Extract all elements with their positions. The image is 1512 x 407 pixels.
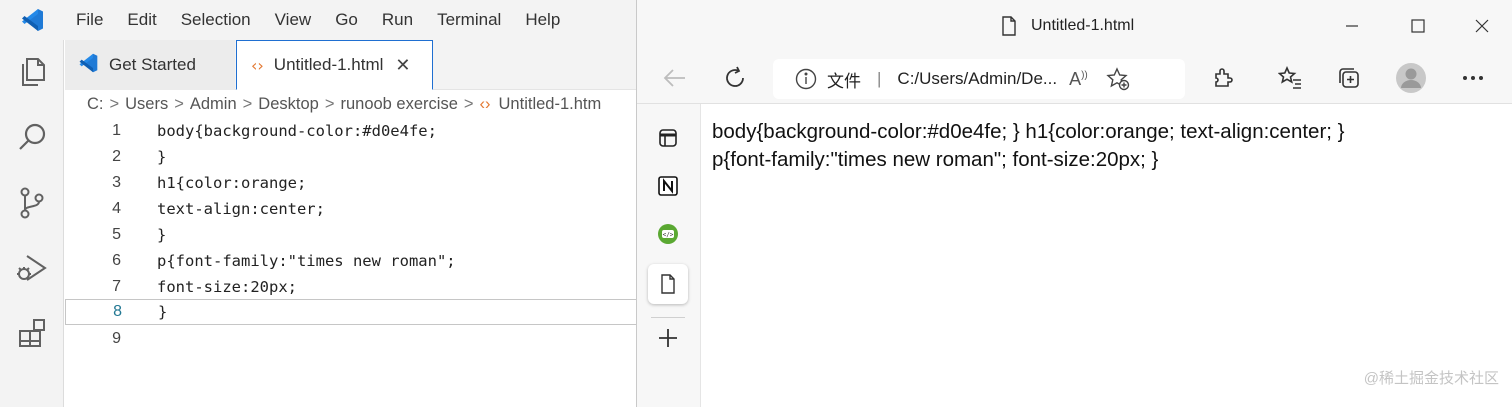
menu-view[interactable]: View (263, 0, 324, 40)
chevron-right-icon: > (174, 94, 184, 113)
vscode-logo-icon (0, 0, 64, 40)
add-icon[interactable] (648, 318, 688, 358)
tab-label: Untitled-1.html (273, 55, 384, 74)
favorites-icon[interactable] (1272, 60, 1308, 96)
tab-label: Get Started (109, 55, 196, 74)
code-text: } (157, 148, 167, 166)
line-number: 6 (112, 252, 121, 269)
code-line[interactable]: 1 body{background-color:#d0e4fe; (65, 118, 640, 144)
breadcrumb-item[interactable]: runoob exercise (340, 95, 457, 114)
code-text: p{font-family:"times new roman"; (157, 252, 456, 270)
breadcrumb-item[interactable]: Untitled-1.htm (499, 95, 602, 114)
menu-terminal[interactable]: Terminal (425, 0, 513, 40)
read-aloud-icon[interactable]: A)) (1069, 69, 1088, 90)
html-file-icon: ‹› (479, 94, 491, 113)
rendered-text-line: body{background-color:#d0e4fe; } h1{colo… (712, 120, 1345, 143)
browser-sidebar: </> (637, 104, 701, 407)
explorer-icon[interactable] (12, 52, 52, 92)
menu-help[interactable]: Help (513, 0, 572, 40)
editor-tab-bar: Get Started ‹› Untitled-1.html ✕ (65, 40, 640, 90)
code-editor[interactable]: 1 body{background-color:#d0e4fe; 2 } 3 h… (65, 118, 640, 407)
code-extension-icon[interactable]: </> (648, 214, 688, 254)
address-info-label: 文件 (827, 71, 861, 91)
watermark: @稀土掘金技术社区 (1363, 370, 1499, 387)
rendered-text-line: p{font-family:"times new roman"; font-si… (712, 148, 1159, 171)
source-control-icon[interactable] (12, 183, 52, 223)
more-options-icon[interactable] (1455, 60, 1491, 96)
chevron-right-icon: > (463, 94, 474, 113)
menu-selection[interactable]: Selection (169, 0, 263, 40)
tab-actions-icon[interactable] (648, 118, 688, 158)
code-line-active[interactable]: 8 } (65, 299, 640, 325)
file-icon[interactable] (648, 264, 688, 304)
code-line[interactable]: 6 p{font-family:"times new roman"; (65, 248, 640, 274)
menu-file[interactable]: File (64, 0, 115, 40)
browser-window: Untitled-1.html 文件 | C:/Users/Admin/De..… (636, 0, 1512, 407)
add-favorite-icon[interactable] (1106, 67, 1130, 91)
browser-title-bar: Untitled-1.html (637, 0, 1512, 52)
svg-text:</>: </> (663, 232, 674, 239)
refresh-icon[interactable] (717, 60, 753, 96)
extensions-icon[interactable] (1205, 60, 1241, 96)
code-line[interactable]: 2 } (65, 144, 640, 170)
maximize-button[interactable] (1393, 0, 1443, 52)
code-line[interactable]: 3 h1{color:orange; (65, 170, 640, 196)
code-line[interactable]: 7 font-size:20px; (65, 274, 640, 300)
code-text: } (157, 226, 167, 244)
breadcrumb: C: > Users > Admin > Desktop > runoob ex… (65, 90, 640, 118)
activity-bar (0, 40, 64, 407)
line-number: 8 (113, 303, 122, 320)
extensions-icon[interactable] (12, 313, 52, 353)
line-number: 3 (112, 174, 121, 191)
chevron-right-icon: > (242, 94, 253, 113)
address-url[interactable]: C:/Users/Admin/De... (897, 69, 1057, 89)
line-number: 4 (112, 200, 121, 217)
breadcrumb-item[interactable]: Users (125, 95, 168, 114)
run-debug-icon[interactable] (12, 248, 52, 288)
info-icon[interactable] (795, 68, 817, 90)
menu-run[interactable]: Run (370, 0, 425, 40)
address-separator: | (877, 69, 882, 88)
browser-toolbar: 文件 | C:/Users/Admin/De... A)) (637, 52, 1512, 104)
search-icon[interactable] (12, 118, 52, 158)
breadcrumb-item[interactable]: Desktop (258, 95, 319, 114)
chevron-right-icon: > (109, 94, 120, 113)
menu-go[interactable]: Go (323, 0, 370, 40)
code-text: text-align:center; (157, 200, 325, 218)
code-line[interactable]: 5 } (65, 222, 640, 248)
window-title: Untitled-1.html (1001, 0, 1134, 52)
close-window-button[interactable] (1457, 0, 1507, 52)
file-icon (1001, 16, 1017, 36)
breadcrumb-item[interactable]: C: (87, 95, 104, 114)
breadcrumb-item[interactable]: Admin (190, 95, 237, 114)
address-bar[interactable]: 文件 | C:/Users/Admin/De... A)) (773, 59, 1185, 99)
code-text: h1{color:orange; (157, 174, 307, 192)
line-number: 7 (112, 278, 121, 295)
chevron-right-icon: > (324, 94, 335, 113)
notion-icon[interactable] (648, 166, 688, 206)
code-line[interactable]: 9 (65, 326, 640, 352)
line-number: 5 (112, 226, 121, 243)
code-text: body{background-color:#d0e4fe; (157, 122, 437, 140)
code-text: } (158, 303, 168, 321)
collections-icon[interactable] (1331, 60, 1367, 96)
html-file-icon: ‹› (251, 55, 264, 75)
avatar[interactable] (1393, 60, 1429, 96)
menu-bar: File Edit Selection View Go Run Terminal… (0, 0, 640, 40)
minimize-button[interactable] (1327, 0, 1377, 52)
close-icon[interactable]: ✕ (395, 55, 410, 76)
code-line[interactable]: 4 text-align:center; (65, 196, 640, 222)
window-title-text: Untitled-1.html (1031, 17, 1135, 34)
page-content: body{background-color:#d0e4fe; } h1{colo… (702, 104, 1512, 407)
tab-get-started[interactable]: Get Started (65, 40, 235, 90)
code-text: font-size:20px; (157, 278, 297, 296)
vscode-logo-icon (77, 52, 99, 79)
line-number: 2 (112, 148, 121, 165)
menu-edit[interactable]: Edit (115, 0, 168, 40)
line-number: 1 (112, 122, 121, 139)
tab-untitled-html[interactable]: ‹› Untitled-1.html ✕ (236, 40, 433, 90)
line-number: 9 (112, 330, 121, 347)
back-arrow-icon[interactable] (657, 60, 693, 96)
